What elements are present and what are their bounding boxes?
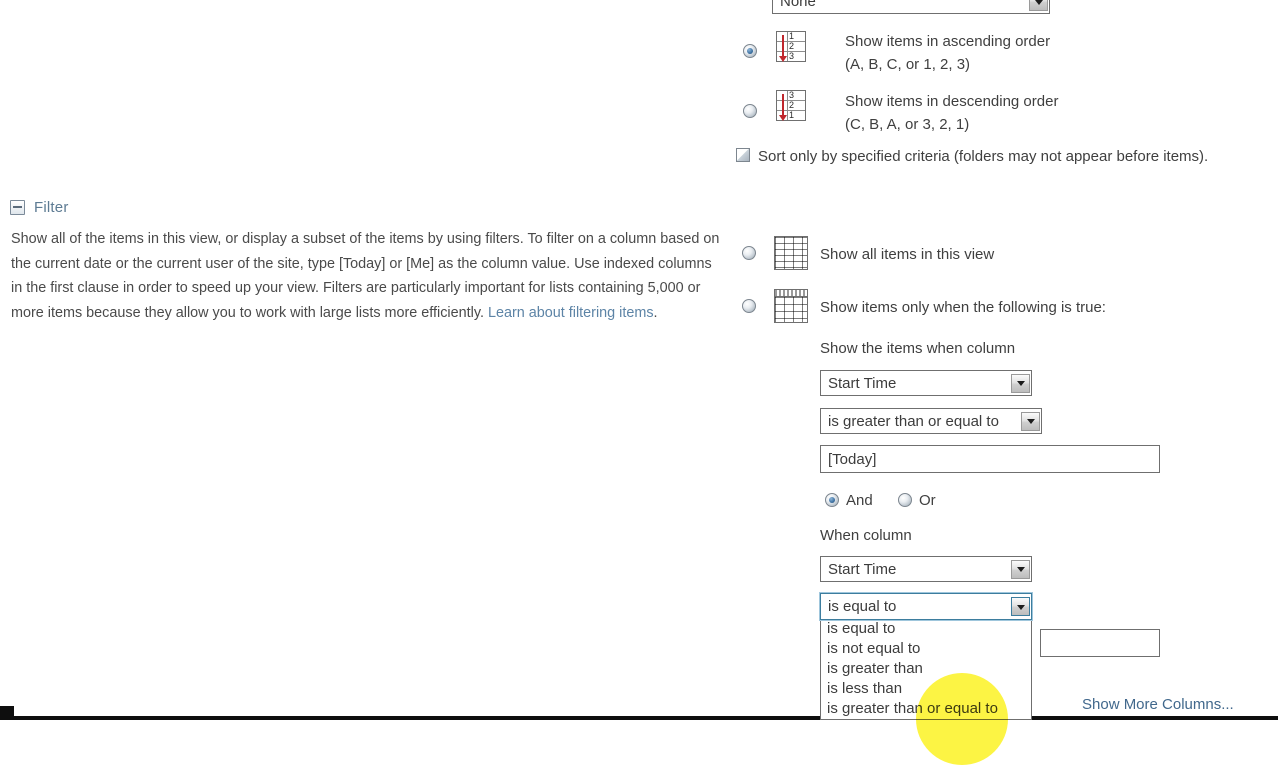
- sort-only-criteria-label: Sort only by specified criteria (folders…: [758, 148, 1209, 165]
- descending-digit: 3: [789, 90, 795, 101]
- clause2-comparison-dropdown-list[interactable]: is equal to is not equal to is greater t…: [820, 619, 1032, 720]
- dropdown-option[interactable]: is greater than or equal to: [821, 699, 1031, 719]
- clause1-comparison-value: is greater than or equal to: [828, 412, 999, 430]
- show-filtered-items-radio[interactable]: [742, 299, 756, 313]
- clause2-column-select[interactable]: Start Time: [820, 556, 1032, 582]
- clause1-heading: Show the items when column: [820, 340, 1016, 357]
- sort-descending-icon: 3 2 1: [776, 90, 806, 121]
- ascending-digit: 2: [789, 40, 795, 51]
- clause2-column-value: Start Time: [828, 560, 897, 578]
- conjunction-or-radio[interactable]: [898, 493, 912, 507]
- descending-digit: 2: [789, 99, 795, 110]
- ascending-digit: 1: [789, 31, 795, 42]
- clause2-value-input[interactable]: [1040, 629, 1160, 657]
- grid-filtered-items-icon: [774, 289, 808, 323]
- conjunction-and-radio[interactable]: [825, 493, 839, 507]
- clause2-comparison-value: is equal to: [828, 598, 897, 615]
- descending-digit: 1: [789, 109, 795, 120]
- letterbox-bottom: [0, 716, 1278, 720]
- sort-column-select[interactable]: None: [772, 0, 1050, 14]
- clause2-comparison-select[interactable]: is equal to: [819, 592, 1033, 621]
- show-filtered-items-label: Show items only when the following is tr…: [820, 299, 1106, 316]
- ascending-digit: 3: [789, 50, 795, 61]
- clause1-comparison-select[interactable]: is greater than or equal to: [820, 408, 1042, 434]
- letterbox-corner: [0, 706, 14, 720]
- chevron-down-icon[interactable]: [1029, 0, 1048, 11]
- grid-all-items-icon: [774, 236, 808, 270]
- sort-ascending-sublabel: (A, B, C, or 1, 2, 3): [845, 56, 971, 73]
- view-settings-page: Filter Show all of the items in this vie…: [0, 0, 1278, 765]
- filter-description: Show all of the items in this view, or d…: [11, 227, 723, 325]
- sort-descending-radio[interactable]: [743, 104, 757, 118]
- show-more-columns-link[interactable]: Show More Columns...: [1082, 696, 1234, 713]
- dropdown-option[interactable]: is less than: [821, 679, 1031, 699]
- settings-right-column: None 1 2 3 Show items in ascending order…: [730, 0, 1278, 765]
- collapse-minus-icon[interactable]: [10, 200, 25, 215]
- chevron-down-icon[interactable]: [1011, 559, 1030, 579]
- dropdown-option[interactable]: is greater than: [821, 659, 1031, 679]
- chevron-down-icon[interactable]: [1011, 373, 1030, 393]
- show-all-items-radio[interactable]: [742, 246, 756, 260]
- filter-section-header[interactable]: Filter: [10, 199, 69, 216]
- filter-description-period: .: [653, 304, 658, 321]
- clause2-heading: When column: [820, 527, 912, 544]
- clause1-value-text: [Today]: [828, 450, 877, 468]
- dropdown-option[interactable]: is equal to: [821, 619, 1031, 639]
- conjunction-or-label: Or: [919, 492, 936, 509]
- chevron-down-icon[interactable]: [1011, 597, 1030, 616]
- sort-ascending-icon: 1 2 3: [776, 31, 806, 62]
- sort-ascending-label: Show items in ascending order: [845, 33, 1051, 50]
- sort-descending-label: Show items in descending order: [845, 93, 1059, 110]
- dropdown-option[interactable]: is not equal to: [821, 639, 1031, 659]
- clause1-column-select[interactable]: Start Time: [820, 370, 1032, 396]
- page-title: Filter: [34, 199, 69, 216]
- sort-ascending-radio[interactable]: [743, 44, 757, 58]
- sort-only-criteria-checkbox[interactable]: [736, 148, 750, 162]
- conjunction-and-label: And: [846, 492, 873, 509]
- sort-column-select-value: None: [780, 0, 816, 10]
- show-all-items-label: Show all items in this view: [820, 246, 995, 263]
- clause1-value-input[interactable]: [Today]: [820, 445, 1160, 473]
- learn-about-filtering-items-link[interactable]: Learn about filtering items: [488, 305, 654, 321]
- clause1-column-value: Start Time: [828, 374, 897, 392]
- sort-descending-sublabel: (C, B, A, or 3, 2, 1): [845, 116, 970, 133]
- chevron-down-icon[interactable]: [1021, 411, 1040, 431]
